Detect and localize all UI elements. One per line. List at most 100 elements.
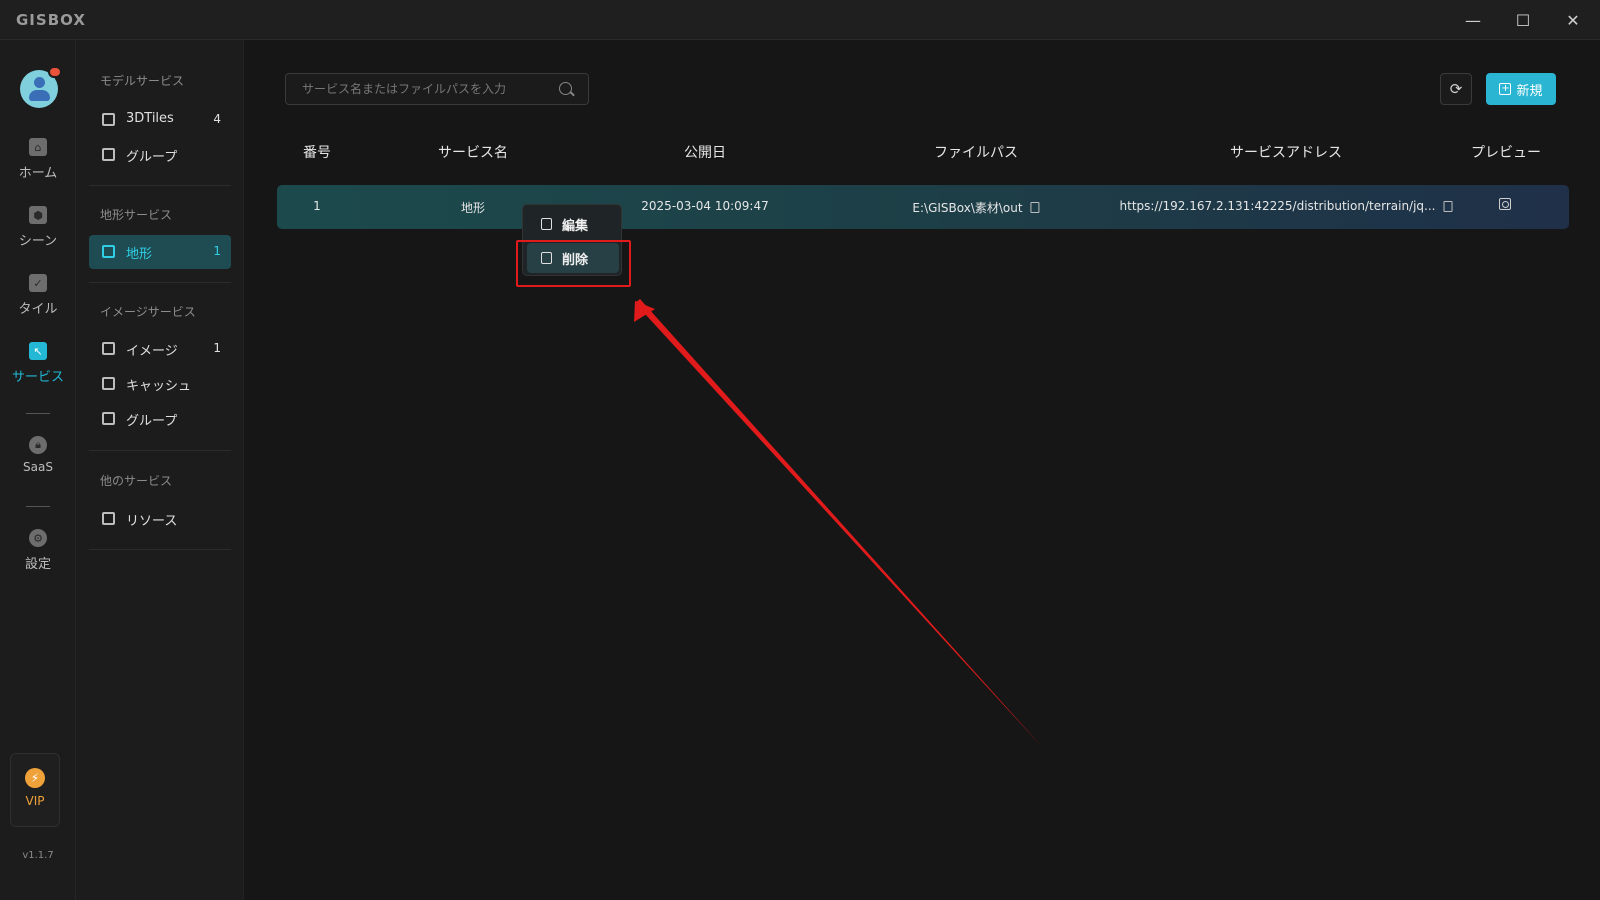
menu-item-label: 削除: [562, 252, 589, 268]
copy-icon[interactable]: [1030, 202, 1040, 213]
nav-rail: ⌂ ホーム ⬢ シーン ✓ タイル ↖ サービス 🔒︎ SaaS ⚙ 設定 ⚡ …: [0, 40, 76, 900]
cell-path-text: E:\GISBox\素材\out: [912, 201, 1023, 215]
new-button-label: 新規: [1516, 83, 1543, 99]
column-header-preview: プレビュー: [1471, 145, 1541, 161]
rail-label-scene: シーン: [18, 234, 58, 249]
cell-number-text: 1: [313, 199, 321, 213]
service-icon: ↖: [29, 342, 47, 360]
rail-divider: [26, 413, 50, 414]
sidebar-item-label: 3DTiles: [126, 111, 174, 126]
sidebar-item-3dtiles[interactable]: 3DTiles 4: [89, 103, 231, 137]
edit-icon: [541, 218, 552, 230]
rail-item-home[interactable]: ⌂ ホーム: [0, 138, 76, 194]
cell-service-address: https://192.167.2.131:42225/distribution…: [1120, 199, 1453, 213]
copy-icon[interactable]: [1443, 200, 1453, 212]
rail-label-saas: SaaS: [23, 460, 53, 474]
cell-date-text: 2025-03-04 10:09:47: [641, 199, 769, 213]
group-icon: [102, 412, 115, 425]
cell-file-path: E:\GISBox\素材\out: [912, 199, 1040, 216]
refresh-button[interactable]: ⟳: [1440, 73, 1472, 105]
avatar-head: [34, 77, 45, 88]
rail-label-tile: タイル: [18, 302, 58, 317]
sidebar-divider: [89, 282, 231, 283]
sidebar-item-resource[interactable]: リソース: [89, 502, 231, 536]
context-menu: 編集 削除: [522, 204, 622, 276]
rail-label-service: サービス: [11, 370, 64, 385]
rail-divider: [26, 506, 50, 507]
tile-icon: ✓: [29, 274, 47, 292]
column-header-number: 番号: [303, 145, 331, 161]
search-input[interactable]: [286, 74, 546, 104]
section-model-services: モデルサービス: [100, 74, 185, 88]
sidebar-divider: [89, 185, 231, 186]
sidebar-item-terrain[interactable]: 地形 1: [89, 235, 231, 269]
sidebar-item-image[interactable]: イメージ 1: [89, 332, 231, 366]
maximize-button[interactable]: ☐: [1506, 6, 1540, 34]
section-terrain-services: 地形サービス: [100, 208, 173, 222]
section-other-services: 他のサービス: [100, 474, 173, 488]
section-image-services: イメージサービス: [100, 305, 196, 319]
sidebar-item-label: リソース: [126, 514, 178, 529]
item-count: 1: [213, 244, 221, 258]
vip-label: VIP: [25, 794, 45, 808]
item-count: 1: [213, 341, 221, 355]
rail-label-home: ホーム: [18, 166, 58, 181]
sidebar-item-label: グループ: [126, 150, 178, 165]
3dtiles-icon: [102, 113, 115, 126]
notification-badge: [48, 66, 62, 78]
cell-publish-date: 2025-03-04 10:09:47: [641, 199, 768, 213]
arrow-head: [634, 301, 655, 322]
lock-icon: 🔒︎: [29, 436, 47, 454]
cell-service-name: 地形: [461, 199, 485, 216]
settings-icon: ⚙: [29, 529, 47, 547]
avatar-body: [29, 90, 50, 101]
sidebar-item-label: イメージ: [126, 344, 178, 359]
rail-label-settings: 設定: [24, 557, 51, 572]
sidebar-item-cache[interactable]: キャッシュ: [89, 367, 231, 401]
vip-button[interactable]: ⚡ VIP: [10, 753, 60, 827]
rail-item-service[interactable]: ↖ サービス: [0, 342, 76, 398]
new-button[interactable]: + 新規: [1486, 73, 1556, 105]
resource-icon: [102, 512, 115, 525]
cell-address-text: https://192.167.2.131:42225/distribution…: [1119, 199, 1436, 213]
column-header-file-path: ファイルパス: [934, 145, 1018, 161]
scene-icon: ⬢: [29, 206, 47, 224]
terrain-icon: [102, 245, 115, 258]
avatar[interactable]: [20, 66, 62, 108]
column-header-service-name: サービス名: [438, 145, 508, 161]
rail-item-scene[interactable]: ⬢ シーン: [0, 206, 76, 262]
sidebar-divider: [89, 549, 231, 550]
search-icon[interactable]: [559, 82, 572, 95]
menu-item-delete[interactable]: 削除: [527, 243, 619, 273]
cell-service-name-text: 地形: [460, 201, 486, 215]
cell-number: 1: [313, 199, 321, 213]
app-version: v1.1.7: [22, 850, 54, 861]
app-logo: GISBOX: [16, 11, 86, 29]
plus-icon: +: [1499, 83, 1512, 95]
preview-icon[interactable]: [1499, 198, 1511, 210]
sidebar-item-label: グループ: [126, 414, 178, 429]
sidebar-item-image-group[interactable]: グループ: [89, 402, 231, 436]
rail-item-saas[interactable]: 🔒︎ SaaS: [0, 436, 76, 492]
service-sidebar: モデルサービス 3DTiles 4 グループ 地形サービス 地形 1 イメージサ…: [76, 40, 244, 900]
close-button[interactable]: ✕: [1556, 6, 1590, 34]
menu-item-label: 編集: [562, 218, 589, 234]
refresh-icon: ⟳: [1449, 80, 1463, 98]
sidebar-divider: [89, 450, 231, 451]
group-icon: [102, 148, 115, 161]
trash-icon: [541, 252, 552, 264]
sidebar-item-model-group[interactable]: グループ: [89, 138, 231, 172]
search-box: [285, 73, 589, 105]
item-count: 4: [213, 112, 221, 126]
title-bar: GISBOX — ☐ ✕: [0, 0, 1600, 40]
minimize-button[interactable]: —: [1456, 6, 1490, 34]
arrow-shaft: [635, 299, 1043, 748]
column-header-service-address: サービスアドレス: [1230, 145, 1342, 161]
home-icon: ⌂: [29, 138, 47, 156]
rail-item-tile[interactable]: ✓ タイル: [0, 274, 76, 330]
rail-item-settings[interactable]: ⚙ 設定: [0, 529, 76, 585]
menu-item-edit[interactable]: 編集: [527, 209, 619, 239]
cache-icon: [102, 377, 115, 390]
lightning-icon: ⚡: [25, 768, 45, 788]
sidebar-item-label: 地形: [126, 247, 153, 262]
